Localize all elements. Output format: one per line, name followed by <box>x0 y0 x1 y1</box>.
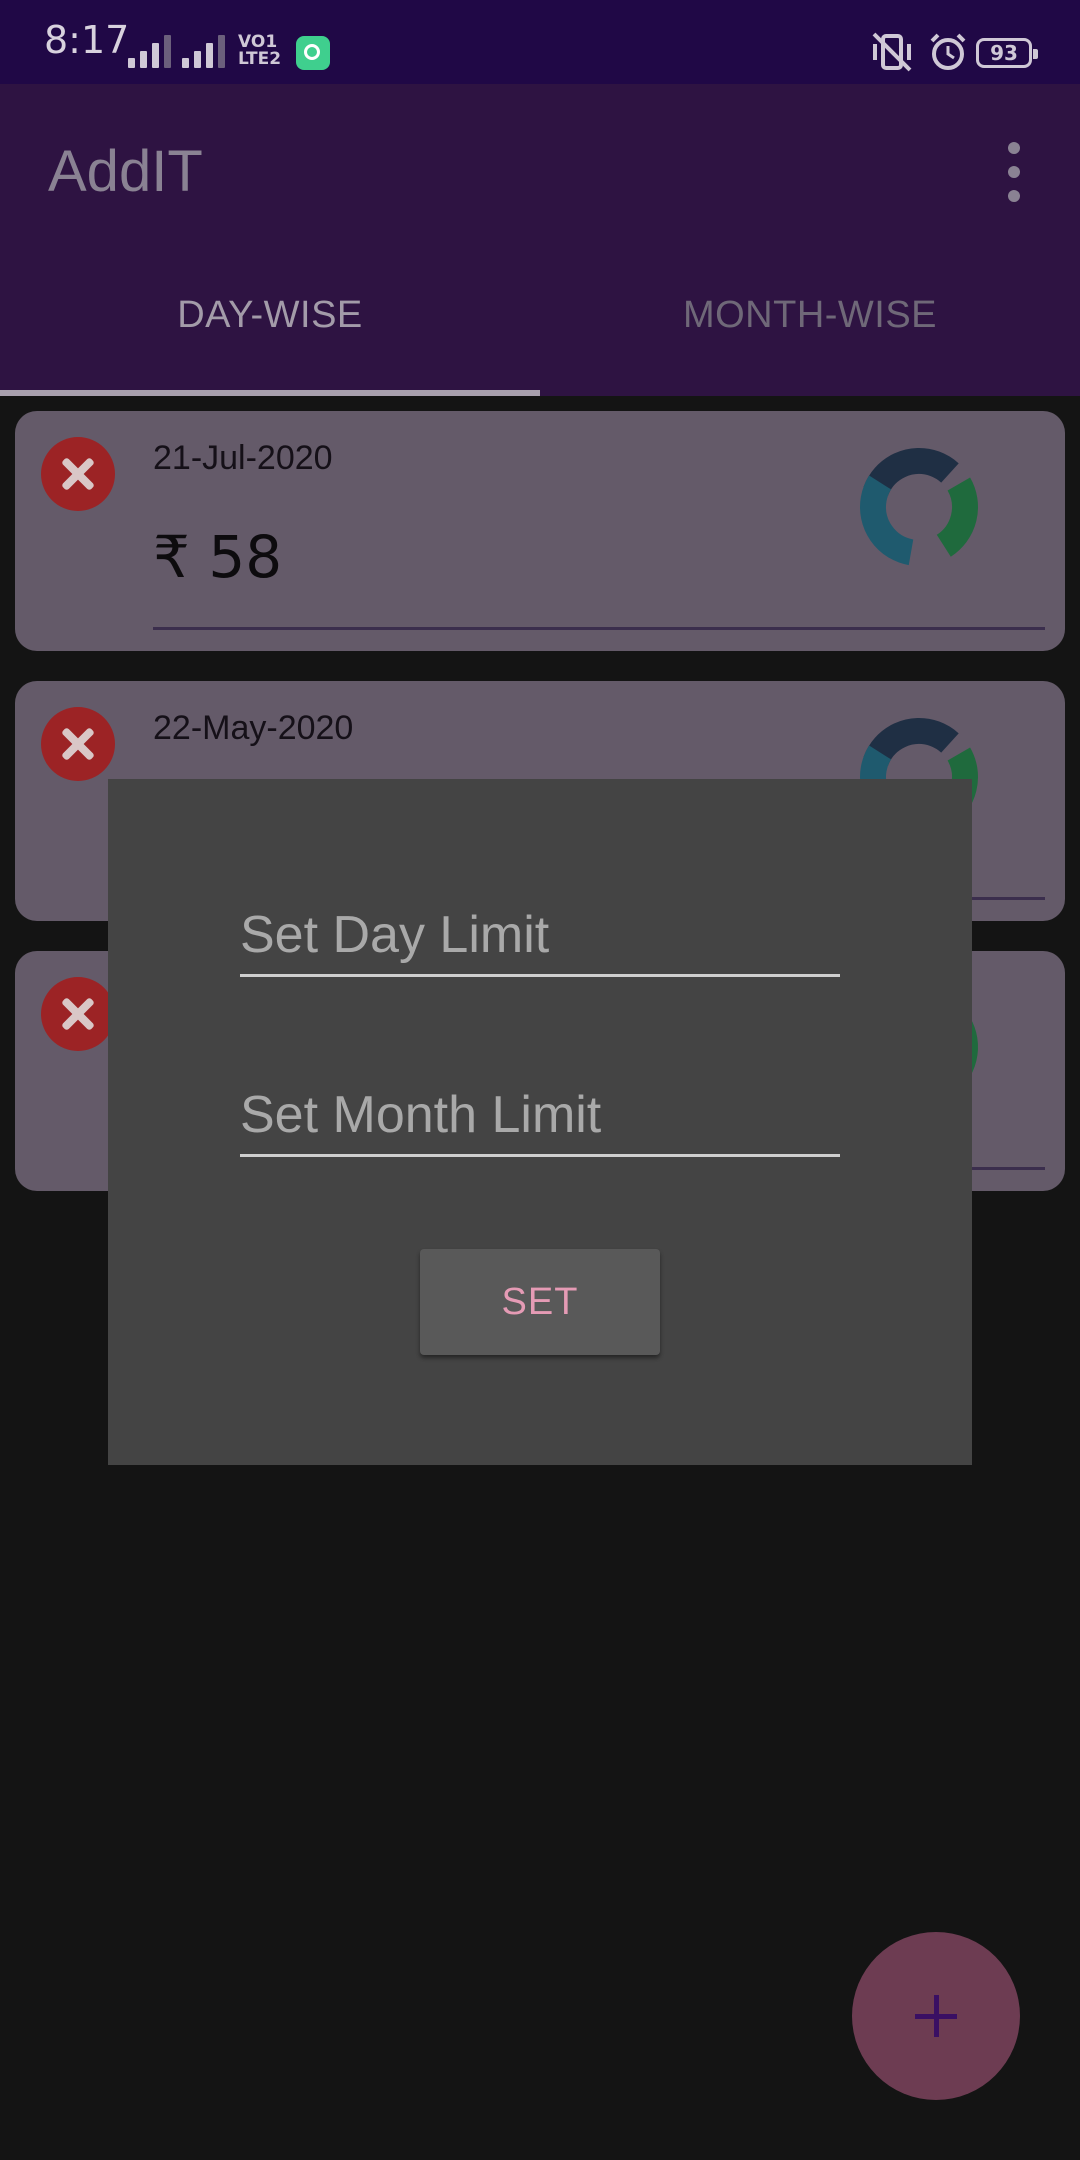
signal-icon <box>182 30 225 68</box>
app-title: AddIT <box>48 139 203 204</box>
month-limit-input[interactable] <box>240 1084 840 1154</box>
status-time: 8:17 <box>44 18 130 62</box>
status-bar: 8:17 VO1 LTE2 93 <box>0 0 1080 84</box>
day-limit-field <box>240 904 840 977</box>
entry-amount: ₹ 58 <box>153 523 283 591</box>
set-button[interactable]: SET <box>420 1249 660 1355</box>
overflow-menu-icon[interactable] <box>1000 142 1028 202</box>
app-bar: AddIT DAY-WISE MONTH-WISE <box>0 84 1080 396</box>
day-limit-input[interactable] <box>240 904 840 974</box>
delete-icon[interactable] <box>41 977 115 1051</box>
app-notification-icon <box>296 36 330 70</box>
volte-icon: VO1 LTE2 <box>238 32 282 69</box>
entry-card[interactable]: 21-Jul-2020 ₹ 58 <box>15 411 1065 651</box>
delete-icon[interactable] <box>41 437 115 511</box>
vibrate-icon <box>872 32 912 72</box>
tab-indicator <box>0 390 540 396</box>
signal-icon <box>128 30 171 68</box>
tab-day-wise[interactable]: DAY-WISE <box>0 294 540 337</box>
month-limit-field <box>240 1084 840 1157</box>
entry-date: 21-Jul-2020 <box>153 439 333 477</box>
battery-icon: 93 <box>976 38 1038 68</box>
delete-icon[interactable] <box>41 707 115 781</box>
divider <box>153 627 1045 630</box>
entry-date: 22-May-2020 <box>153 709 354 747</box>
set-limit-dialog: SET <box>108 779 972 1465</box>
alarm-icon <box>930 33 966 70</box>
progress-ring-icon <box>860 448 978 566</box>
add-entry-button[interactable] <box>852 1932 1020 2100</box>
tab-month-wise[interactable]: MONTH-WISE <box>540 294 1080 337</box>
